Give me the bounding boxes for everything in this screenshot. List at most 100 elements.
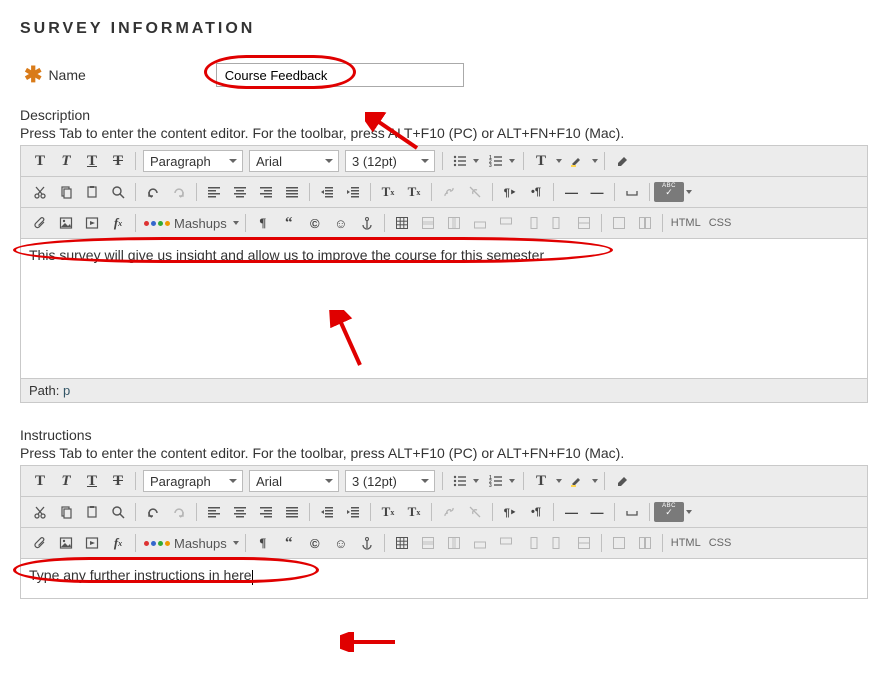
unlink-button[interactable] bbox=[462, 501, 488, 523]
outdent-button[interactable] bbox=[314, 181, 340, 203]
emoji-button[interactable]: ☺ bbox=[328, 212, 354, 234]
strikethrough-button[interactable]: T bbox=[105, 470, 131, 492]
paste-button[interactable] bbox=[79, 181, 105, 203]
description-editor[interactable]: This survey will give us insight and all… bbox=[20, 239, 868, 379]
show-blocks-button[interactable]: ¶ bbox=[250, 532, 276, 554]
align-justify-button[interactable] bbox=[279, 501, 305, 523]
spellcheck-caret[interactable] bbox=[684, 181, 694, 203]
numbered-list-caret[interactable] bbox=[507, 150, 517, 172]
subscript-button[interactable]: Tx bbox=[401, 501, 427, 523]
align-center-button[interactable] bbox=[227, 501, 253, 523]
text-color-button[interactable]: T bbox=[528, 470, 554, 492]
nbsp-button[interactable] bbox=[619, 501, 645, 523]
undo-button[interactable] bbox=[140, 501, 166, 523]
spellcheck-button[interactable]: ✓ bbox=[654, 502, 684, 522]
strikethrough-button[interactable]: T bbox=[105, 150, 131, 172]
mashups-caret[interactable] bbox=[231, 212, 241, 234]
indent-button[interactable] bbox=[340, 501, 366, 523]
text-color-caret[interactable] bbox=[554, 470, 564, 492]
image-button[interactable] bbox=[53, 532, 79, 554]
table-col-button[interactable] bbox=[441, 212, 467, 234]
align-left-button[interactable] bbox=[201, 501, 227, 523]
bullet-list-caret[interactable] bbox=[471, 470, 481, 492]
attachment-button[interactable] bbox=[27, 532, 53, 554]
paste-button[interactable] bbox=[79, 501, 105, 523]
link-button[interactable] bbox=[436, 501, 462, 523]
table-insert-row-below-button[interactable] bbox=[493, 212, 519, 234]
table-insert-col-left-button[interactable] bbox=[519, 212, 545, 234]
bullet-list-button[interactable] bbox=[449, 470, 471, 492]
table-insert-col-right-button[interactable] bbox=[545, 532, 571, 554]
table-button[interactable] bbox=[389, 212, 415, 234]
copyright-button[interactable]: © bbox=[302, 212, 328, 234]
subscript-button[interactable]: Tx bbox=[401, 181, 427, 203]
anchor-button[interactable] bbox=[354, 212, 380, 234]
font-select[interactable]: Arial bbox=[249, 150, 339, 172]
copyright-button[interactable]: © bbox=[302, 532, 328, 554]
table-insert-row-above-button[interactable] bbox=[467, 532, 493, 554]
clear-format-button[interactable] bbox=[609, 150, 635, 172]
redo-button[interactable] bbox=[166, 501, 192, 523]
align-center-button[interactable] bbox=[227, 181, 253, 203]
numbered-list-caret[interactable] bbox=[507, 470, 517, 492]
align-left-button[interactable] bbox=[201, 181, 227, 203]
numbered-list-button[interactable]: 123 bbox=[485, 150, 507, 172]
blockquote-button[interactable]: “ bbox=[276, 212, 302, 234]
rtl-button[interactable]: •¶ bbox=[523, 501, 549, 523]
table-col-button[interactable] bbox=[441, 532, 467, 554]
table-row-button[interactable] bbox=[415, 532, 441, 554]
unlink-button[interactable] bbox=[462, 181, 488, 203]
rtl-button[interactable]: •¶ bbox=[523, 181, 549, 203]
text-color-caret[interactable] bbox=[554, 150, 564, 172]
find-button[interactable] bbox=[105, 501, 131, 523]
media-button[interactable] bbox=[79, 532, 105, 554]
undo-button[interactable] bbox=[140, 181, 166, 203]
underline-button[interactable]: T bbox=[79, 150, 105, 172]
outdent-button[interactable] bbox=[314, 501, 340, 523]
mashups-button[interactable]: Mashups bbox=[140, 532, 231, 554]
font-select[interactable]: Arial bbox=[249, 470, 339, 492]
bullet-list-caret[interactable] bbox=[471, 150, 481, 172]
table-insert-col-right-button[interactable] bbox=[545, 212, 571, 234]
spellcheck-button[interactable]: ✓ bbox=[654, 182, 684, 202]
formula-button[interactable]: fx bbox=[105, 532, 131, 554]
line-button[interactable]: — bbox=[584, 181, 610, 203]
align-right-button[interactable] bbox=[253, 501, 279, 523]
ltr-button[interactable]: ¶‣ bbox=[497, 181, 523, 203]
blockquote-button[interactable]: “ bbox=[276, 532, 302, 554]
highlight-caret[interactable] bbox=[590, 470, 600, 492]
formula-button[interactable]: fx bbox=[105, 212, 131, 234]
table-delete-row-button[interactable] bbox=[571, 212, 597, 234]
attachment-button[interactable] bbox=[27, 212, 53, 234]
redo-button[interactable] bbox=[166, 181, 192, 203]
superscript-button[interactable]: Tx bbox=[375, 501, 401, 523]
indent-button[interactable] bbox=[340, 181, 366, 203]
bullet-list-button[interactable] bbox=[449, 150, 471, 172]
align-right-button[interactable] bbox=[253, 181, 279, 203]
font-size-select[interactable]: 3 (12pt) bbox=[345, 470, 435, 492]
bold-button[interactable]: T bbox=[27, 470, 53, 492]
mashups-caret[interactable] bbox=[231, 532, 241, 554]
css-button[interactable]: CSS bbox=[705, 212, 736, 234]
numbered-list-button[interactable]: 123 bbox=[485, 470, 507, 492]
font-size-select[interactable]: 3 (12pt) bbox=[345, 150, 435, 172]
mashups-button[interactable]: Mashups bbox=[140, 212, 231, 234]
find-button[interactable] bbox=[105, 181, 131, 203]
cut-button[interactable] bbox=[27, 181, 53, 203]
highlight-button[interactable] bbox=[564, 470, 590, 492]
cut-button[interactable] bbox=[27, 501, 53, 523]
italic-button[interactable]: T bbox=[53, 470, 79, 492]
hr-button[interactable]: — bbox=[558, 501, 584, 523]
italic-button[interactable]: T bbox=[53, 150, 79, 172]
table-row-button[interactable] bbox=[415, 212, 441, 234]
nbsp-button[interactable] bbox=[619, 181, 645, 203]
table-merge-button[interactable] bbox=[606, 212, 632, 234]
table-split-button[interactable] bbox=[632, 532, 658, 554]
name-input[interactable] bbox=[216, 63, 464, 87]
align-justify-button[interactable] bbox=[279, 181, 305, 203]
ltr-button[interactable]: ¶‣ bbox=[497, 501, 523, 523]
format-select[interactable]: Paragraph bbox=[143, 150, 243, 172]
emoji-button[interactable]: ☺ bbox=[328, 532, 354, 554]
table-split-button[interactable] bbox=[632, 212, 658, 234]
bold-button[interactable]: T bbox=[27, 150, 53, 172]
